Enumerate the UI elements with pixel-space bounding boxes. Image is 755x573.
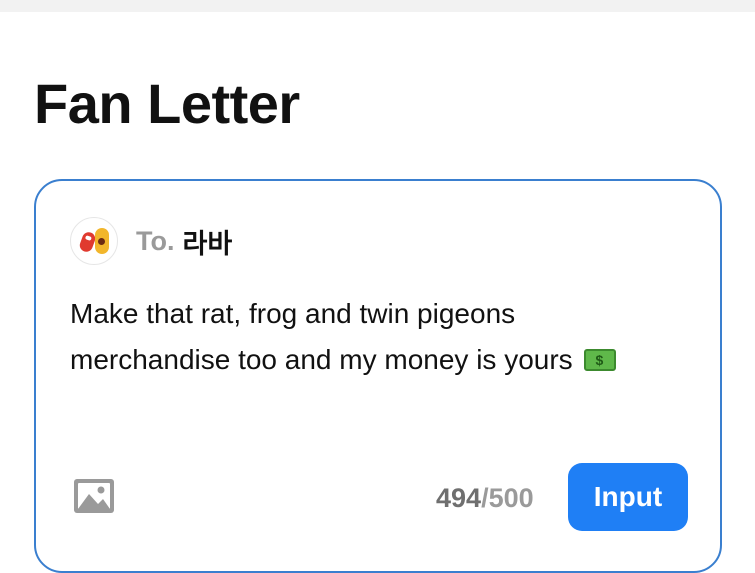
message-text[interactable]: Make that rat, frog and twin pigeons mer… (70, 291, 670, 383)
character-counter: 494/500 (436, 481, 534, 515)
input-submit-button[interactable]: Input (568, 463, 688, 531)
to-label: To. (136, 225, 175, 256)
letter-card: To. 라바 Make that rat, frog and twin pige… (34, 179, 722, 573)
char-separator: / (481, 483, 489, 513)
top-bar (0, 0, 755, 12)
recipient-row: To. 라바 (70, 217, 232, 265)
recipient-avatar (70, 217, 118, 265)
page-title: Fan Letter (34, 72, 300, 135)
money-bill-icon (584, 349, 617, 371)
yellow-bean-character (95, 228, 109, 254)
char-max: 500 (488, 483, 534, 513)
message-body: Make that rat, frog and twin pigeons mer… (70, 298, 573, 375)
image-icon (74, 479, 114, 513)
image-upload-button[interactable] (72, 477, 116, 515)
char-count: 494 (436, 483, 482, 513)
recipient-name: 라바 (182, 228, 233, 260)
